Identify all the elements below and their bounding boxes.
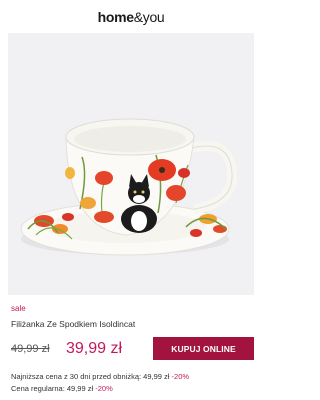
regular-price-text: Cena regularna: 49,99 zł <box>11 384 94 393</box>
lowest-price-discount: -20% <box>171 372 190 381</box>
lowest-price-text: Najniższa cena z 30 dni przed obniżką: 4… <box>11 372 170 381</box>
buy-online-button[interactable]: KUPUJ ONLINE <box>153 337 254 360</box>
site-header: home&you <box>0 0 262 33</box>
lowest-price-info: Najniższa cena z 30 dni przed obniżką: 4… <box>11 372 189 381</box>
logo-text-home: home <box>97 8 134 25</box>
regular-price-discount: -20% <box>95 384 113 393</box>
product-image[interactable] <box>8 33 254 295</box>
logo-text-you: &you <box>133 8 165 25</box>
sale-badge: sale <box>11 304 26 313</box>
brand-logo[interactable]: home&you <box>98 9 165 25</box>
sale-price: 39,99 zł <box>66 340 123 357</box>
old-price: 49,99 zł <box>11 343 50 355</box>
product-name[interactable]: Filiżanka Ze Spodkiem Isoldincat <box>11 319 135 329</box>
regular-price-info: Cena regularna: 49,99 zł -20% <box>11 384 113 393</box>
